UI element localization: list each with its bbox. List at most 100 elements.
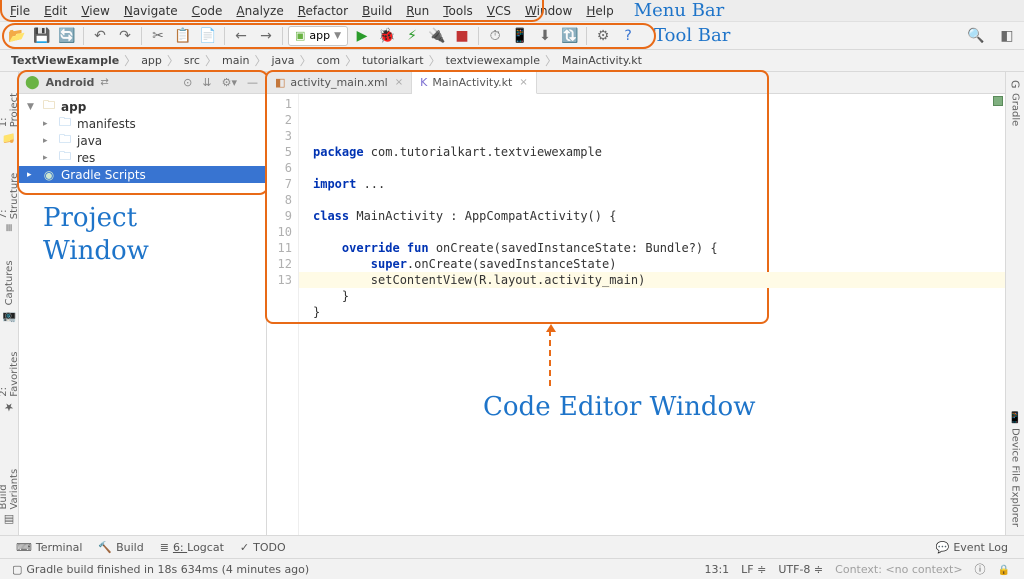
annotation-menubar-label: Menu Bar — [622, 0, 725, 21]
menu-navigate[interactable]: Navigate — [118, 2, 184, 20]
menu-build[interactable]: Build — [356, 2, 398, 20]
tool-window-build[interactable]: 🔨Build — [90, 541, 151, 554]
hammer-icon: 🔨 — [98, 541, 112, 554]
cut-icon[interactable]: ✂ — [147, 25, 169, 47]
toolbar: 📂 💾 🔄 ↶ ↷ ✂ 📋 📄 ← → ▣ app ▼ ▶ 🐞 ⚡ 🔌 ■ ⏱ … — [0, 22, 1024, 50]
tool-window-device-file-explorer[interactable]: 📱Device File Explorer — [1007, 403, 1024, 535]
lock-icon[interactable] — [992, 563, 1016, 576]
breadcrumb-item[interactable]: app — [138, 54, 165, 67]
menu-tools[interactable]: Tools — [437, 2, 479, 20]
close-icon[interactable]: × — [519, 77, 527, 88]
right-tool-gutter: GGradle 📱Device File Explorer — [1005, 72, 1024, 535]
menu-code[interactable]: Code — [186, 2, 229, 20]
tool-window-logcat[interactable]: ≣6: Logcat — [152, 541, 232, 554]
caret-position[interactable]: 13:1 — [698, 563, 735, 576]
breadcrumb-item[interactable]: TextViewExample — [8, 54, 122, 67]
copy-icon[interactable]: 📋 — [172, 25, 194, 47]
kotlin-file-icon: K — [420, 76, 427, 89]
project-view-selector[interactable]: Android — [46, 76, 95, 89]
help-icon[interactable]: ? — [617, 25, 639, 47]
status-tool-toggle-icon[interactable]: ▢ — [8, 563, 26, 576]
close-icon[interactable]: × — [395, 77, 403, 88]
variants-icon: ▤ — [3, 514, 16, 527]
hide-icon[interactable]: — — [245, 76, 260, 89]
gradle-icon: G — [1009, 80, 1022, 89]
menu-vcs[interactable]: VCS — [481, 2, 517, 20]
back-icon[interactable]: ← — [230, 25, 252, 47]
status-bar: ▢ Gradle build finished in 18s 634ms (4 … — [0, 558, 1024, 579]
breadcrumb-item[interactable]: java — [269, 54, 298, 67]
line-separator[interactable]: LF ≑ — [735, 563, 772, 576]
attach-debugger-icon[interactable]: 🔌 — [426, 25, 448, 47]
redo-icon[interactable]: ↷ — [114, 25, 136, 47]
editor-tab-mainactivity[interactable]: K MainActivity.kt × — [412, 72, 537, 94]
sdk-icon[interactable]: ⬇ — [534, 25, 556, 47]
run-icon[interactable]: ▶ — [351, 25, 373, 47]
search-icon[interactable]: 🔍 — [965, 25, 987, 47]
tree-label: manifests — [77, 117, 136, 131]
toolbar-separator — [224, 27, 225, 45]
editor-tab-activity-main[interactable]: ◧ activity_main.xml × — [267, 72, 412, 93]
tool-window-terminal[interactable]: ⌨Terminal — [8, 541, 90, 554]
menu-help[interactable]: Help — [580, 2, 619, 20]
toolbar-separator — [478, 27, 479, 45]
tool-window-gradle[interactable]: GGradle — [1007, 72, 1024, 134]
code-content[interactable]: package com.tutorialkart.textviewexample… — [299, 94, 1005, 535]
toolbar-separator — [83, 27, 84, 45]
avd-icon[interactable]: 📱 — [509, 25, 531, 47]
collapse-all-icon[interactable]: ⇊ — [200, 76, 213, 89]
apply-changes-icon[interactable]: ⚡ — [401, 25, 423, 47]
breadcrumb-item[interactable]: src — [181, 54, 203, 67]
forward-icon[interactable]: → — [255, 25, 277, 47]
tool-window-event-log[interactable]: 💬Event Log — [928, 541, 1016, 554]
breadcrumb-item[interactable]: main — [219, 54, 252, 67]
sidebar-toggle-icon[interactable]: ◧ — [996, 25, 1018, 47]
stop-icon[interactable]: ■ — [451, 25, 473, 47]
code-editor[interactable]: 1235678910111213 package com.tutorialkar… — [267, 94, 1005, 535]
tree-item-res[interactable]: ▸ 🗀 res — [19, 149, 266, 166]
indicator-icon[interactable]: ⓘ — [969, 561, 992, 577]
refresh-icon[interactable]: 🔄 — [56, 25, 78, 47]
paste-icon[interactable]: 📄 — [197, 25, 219, 47]
chevron-icon[interactable]: ⇄ — [100, 77, 108, 88]
menu-view[interactable]: View — [75, 2, 115, 20]
menu-edit[interactable]: Edit — [38, 2, 73, 20]
project-panel: ⬤ Android ⇄ ⊙ ⇊ ⚙▾ — ▼ 🗀 app ▸ 🗀 manifes… — [19, 72, 267, 535]
folder-icon: 🗀 — [41, 96, 57, 117]
chat-icon: 💬 — [936, 541, 950, 554]
run-config-selector[interactable]: ▣ app ▼ — [288, 26, 348, 46]
breadcrumb-item[interactable]: tutorialkart — [359, 54, 426, 67]
open-icon[interactable]: 📂 — [6, 25, 28, 47]
profiler-icon[interactable]: ⏱ — [484, 25, 506, 47]
gear-icon[interactable]: ⚙▾ — [220, 76, 239, 89]
star-icon: ★ — [3, 401, 16, 414]
context-indicator[interactable]: Context: <no context> — [829, 563, 968, 576]
inspection-marker — [993, 96, 1003, 106]
menu-run[interactable]: Run — [400, 2, 435, 20]
captures-icon: 📷 — [3, 309, 16, 322]
tree-label: java — [77, 134, 102, 148]
menu-window[interactable]: Window — [519, 2, 578, 20]
xml-file-icon: ◧ — [275, 76, 285, 89]
menu-refactor[interactable]: Refactor — [292, 2, 354, 20]
tree-item-gradle-scripts[interactable]: ▸ ◉ Gradle Scripts — [19, 166, 266, 183]
annotation-project-label: ProjectWindow — [43, 202, 149, 267]
tool-window-todo[interactable]: ✓TODO — [232, 541, 294, 554]
save-icon[interactable]: 💾 — [31, 25, 53, 47]
sync-icon[interactable]: 🔃 — [559, 25, 581, 47]
main-area: 📁1: Project ≡7: Structure 📷Captures ★2: … — [0, 72, 1024, 535]
android-icon: ▣ — [295, 29, 305, 42]
tool-window-captures[interactable]: 📷Captures — [1, 252, 18, 330]
menu-analyze[interactable]: Analyze — [230, 2, 289, 20]
scroll-from-source-icon[interactable]: ⊙ — [181, 76, 194, 89]
breadcrumb-item[interactable]: textviewexample — [443, 54, 543, 67]
settings-icon[interactable]: ⚙ — [592, 25, 614, 47]
file-encoding[interactable]: UTF-8 ≑ — [772, 563, 829, 576]
menu-file[interactable]: File — [4, 2, 36, 20]
android-icon: ⬤ — [25, 75, 40, 90]
undo-icon[interactable]: ↶ — [89, 25, 111, 47]
debug-icon[interactable]: 🐞 — [376, 25, 398, 47]
breadcrumb-item[interactable]: MainActivity.kt — [559, 54, 645, 67]
breadcrumb-item[interactable]: com — [314, 54, 344, 67]
editor-tabs: ◧ activity_main.xml × K MainActivity.kt … — [267, 72, 1005, 94]
